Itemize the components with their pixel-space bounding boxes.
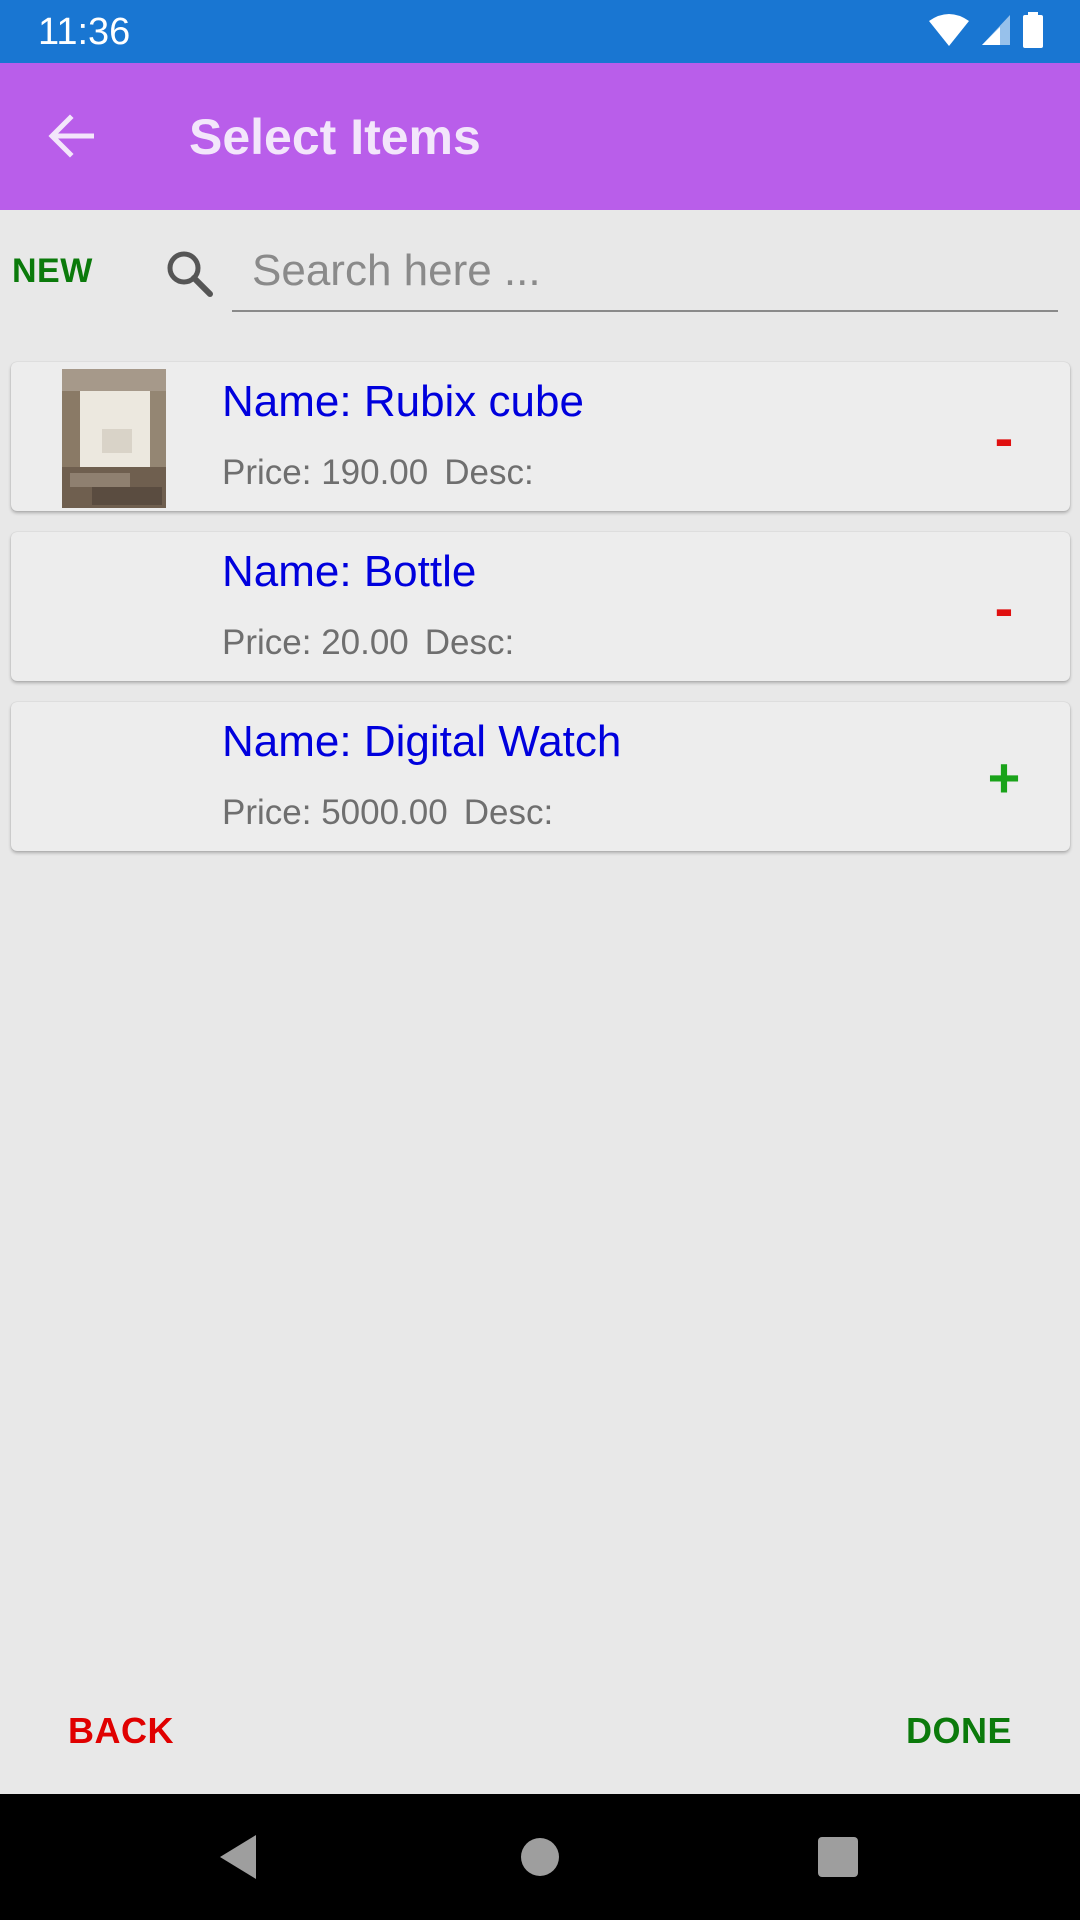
search-icon bbox=[162, 246, 218, 302]
wifi-icon bbox=[928, 13, 970, 52]
page-title: Select Items bbox=[189, 109, 481, 165]
status-bar: 11:36 bbox=[0, 0, 1080, 63]
item-price: Price: 5000.00 bbox=[222, 793, 448, 832]
item-name: Name: Rubix cube bbox=[222, 377, 584, 426]
item-name: Name: Digital Watch bbox=[222, 717, 622, 766]
list-item[interactable]: Name: Rubix cube Price: 190.00 Desc: - bbox=[11, 362, 1070, 511]
nav-back-icon[interactable] bbox=[205, 1824, 271, 1890]
item-name: Name: Bottle bbox=[222, 547, 477, 596]
remove-item-button[interactable]: - bbox=[974, 402, 1034, 472]
navigation-bar bbox=[0, 1794, 1080, 1920]
done-button[interactable]: DONE bbox=[906, 1710, 1012, 1752]
nav-recents-icon[interactable] bbox=[805, 1824, 871, 1890]
list-item[interactable]: Name: Bottle Price: 20.00 Desc: - bbox=[11, 532, 1070, 681]
back-button[interactable]: BACK bbox=[68, 1710, 174, 1752]
item-thumbnail bbox=[62, 369, 166, 508]
status-time: 11:36 bbox=[38, 11, 131, 53]
item-desc: Desc: bbox=[463, 793, 554, 832]
app-bar: Select Items bbox=[0, 63, 1080, 210]
list-item[interactable]: Name: Digital Watch Price: 5000.00 Desc: … bbox=[11, 702, 1070, 851]
arrow-left-icon[interactable] bbox=[44, 108, 100, 164]
status-icons bbox=[928, 11, 1044, 53]
item-list: Name: Rubix cube Price: 190.00 Desc: - Na… bbox=[11, 362, 1070, 872]
item-meta: Price: 190.00 Desc: bbox=[222, 452, 534, 494]
item-desc: Desc: bbox=[424, 623, 515, 662]
battery-icon bbox=[1022, 11, 1044, 53]
nav-home-icon[interactable] bbox=[507, 1824, 573, 1890]
add-item-button[interactable]: + bbox=[974, 742, 1034, 812]
item-desc: Desc: bbox=[444, 453, 534, 492]
item-price: Price: 190.00 bbox=[222, 453, 429, 492]
item-meta: Price: 5000.00 Desc: bbox=[222, 792, 553, 834]
cell-signal-icon bbox=[980, 13, 1012, 52]
new-item-button[interactable]: NEW bbox=[12, 252, 93, 291]
remove-item-button[interactable]: - bbox=[974, 572, 1034, 642]
item-meta: Price: 20.00 Desc: bbox=[222, 622, 514, 664]
search-row: NEW bbox=[0, 210, 1080, 340]
item-price: Price: 20.00 bbox=[222, 623, 409, 662]
search-input[interactable] bbox=[232, 232, 1058, 312]
